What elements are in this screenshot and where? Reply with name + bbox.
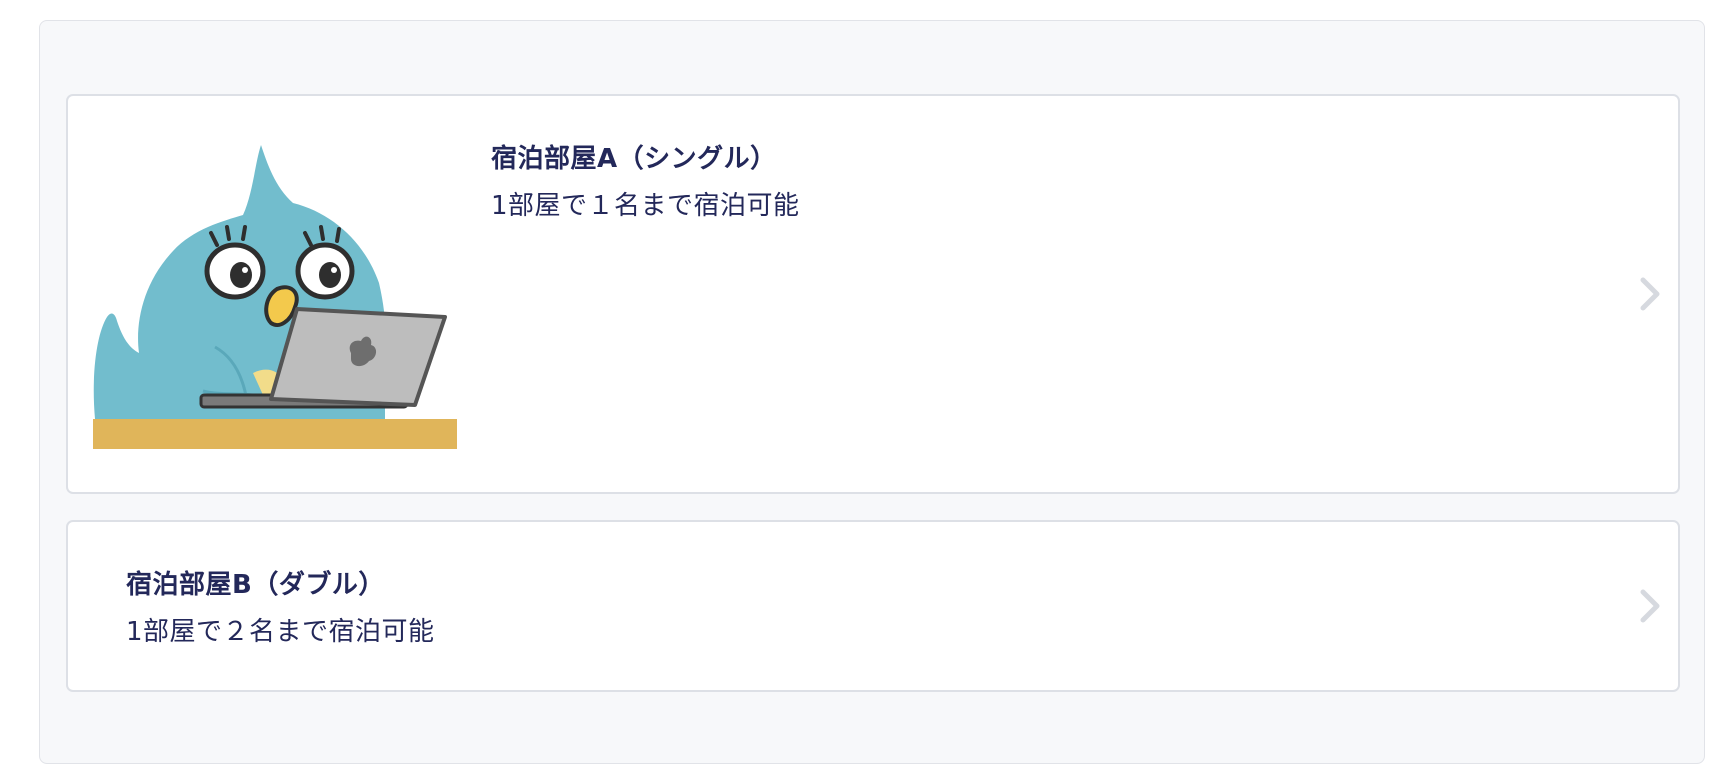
chevron-right-icon — [1640, 589, 1660, 623]
room-list-panel: 宿泊部屋A（シングル） 1部屋で１名まで宿泊可能 宿泊部屋B（ダブル） 1部屋で… — [39, 20, 1705, 764]
room-title: 宿泊部屋A（シングル） — [491, 144, 777, 174]
room-card-single[interactable]: 宿泊部屋A（シングル） 1部屋で１名まで宿泊可能 — [66, 94, 1680, 494]
room-card-double[interactable]: 宿泊部屋B（ダブル） 1部屋で２名まで宿泊可能 — [66, 520, 1680, 692]
chevron-right-icon — [1640, 277, 1660, 311]
room-description: 1部屋で１名まで宿泊可能 — [491, 191, 800, 221]
room-title: 宿泊部屋B（ダブル） — [126, 570, 385, 600]
bird-laptop-illustration — [93, 145, 457, 449]
room-description: 1部屋で２名まで宿泊可能 — [126, 617, 435, 647]
